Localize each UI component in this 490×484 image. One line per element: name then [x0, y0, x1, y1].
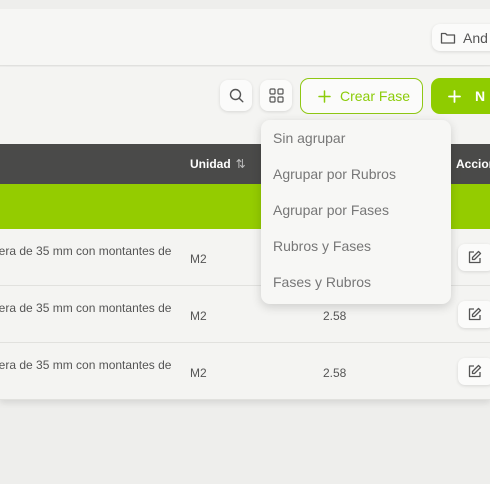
row-quantity: 2.58 [323, 309, 347, 323]
search-button[interactable] [220, 80, 252, 111]
sort-icon[interactable]: ⇅ [236, 157, 246, 171]
plus-icon [448, 89, 461, 103]
folder-label: And [463, 29, 488, 46]
edit-button[interactable] [458, 244, 490, 271]
group-view-button[interactable] [260, 80, 292, 111]
grid-icon [268, 88, 284, 103]
folder-button[interactable]: And [432, 24, 490, 51]
row-description: lera de 35 mm con montantes de [0, 244, 172, 258]
plus-icon [318, 89, 331, 103]
new-label: N [475, 88, 486, 104]
row-description: lera de 35 mm con montantes de [0, 301, 172, 315]
create-phase-button[interactable]: Crear Fase [300, 78, 423, 114]
edit-button[interactable] [458, 301, 490, 328]
row-quantity: 2.58 [323, 366, 347, 380]
column-header-acciones: Accion [456, 157, 490, 171]
row-unit: M2 [190, 366, 207, 380]
menu-item-agrupar-rubros[interactable]: Agrupar por Rubros [273, 166, 396, 182]
menu-item-fases-rubros[interactable]: Fases y Rubros [273, 274, 371, 290]
group-menu: Sin agrupar Agrupar por Rubros Agrupar p… [261, 120, 451, 304]
column-unidad-label: Unidad [190, 157, 231, 171]
edit-button[interactable] [458, 358, 490, 385]
menu-item-sin-agrupar[interactable]: Sin agrupar [273, 130, 345, 146]
new-button[interactable]: N [431, 78, 490, 114]
menu-item-rubros-fases[interactable]: Rubros y Fases [273, 238, 371, 254]
folder-icon [440, 32, 456, 44]
edit-icon [468, 307, 482, 321]
top-bar [0, 9, 490, 66]
create-phase-label: Crear Fase [340, 88, 411, 104]
edit-icon [468, 250, 482, 264]
edit-icon [468, 364, 482, 378]
menu-item-agrupar-fases[interactable]: Agrupar por Fases [273, 202, 389, 218]
row-unit: M2 [190, 309, 207, 323]
search-icon [229, 88, 244, 103]
row-description: lera de 35 mm con montantes de [0, 358, 172, 372]
column-header-unidad[interactable]: Unidad ⇅ [190, 157, 246, 171]
row-unit: M2 [190, 252, 207, 266]
table-row[interactable]: lera de 35 mm con montantes de M2 2.58 [0, 343, 490, 400]
